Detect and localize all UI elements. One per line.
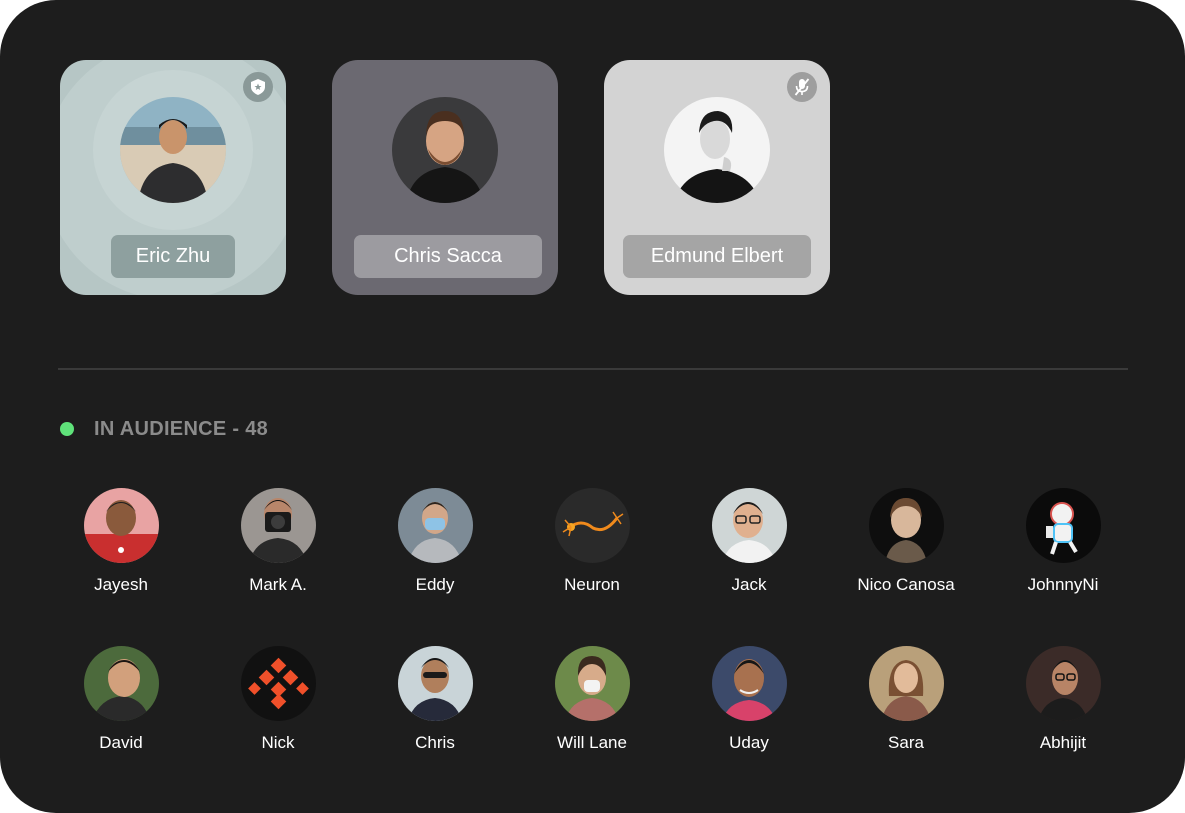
avatar <box>554 488 630 563</box>
section-divider <box>58 368 1128 370</box>
avatar <box>711 488 787 563</box>
speaker-name: Eric Zhu <box>111 235 235 278</box>
audience-member-neuron[interactable]: Neuron <box>517 488 667 595</box>
member-name: Will Lane <box>557 733 627 752</box>
member-name: Jack <box>731 575 767 594</box>
member-name: Eddy <box>415 575 455 594</box>
audience-member-jack[interactable]: Jack <box>674 488 824 595</box>
avatar <box>1025 488 1101 563</box>
audience-member-mark-a[interactable]: Mark A. <box>203 488 353 595</box>
shield-star-icon <box>251 79 265 95</box>
avatar <box>120 97 226 203</box>
member-name: Neuron <box>564 575 620 594</box>
member-name: Jayesh <box>94 575 148 594</box>
avatar <box>397 646 473 721</box>
avatar <box>554 646 630 721</box>
mute-badge <box>787 72 817 102</box>
member-name: Nico Canosa <box>857 575 955 594</box>
audience-member-sara[interactable]: Sara <box>831 646 981 753</box>
audience-member-will-lane[interactable]: Will Lane <box>517 646 667 753</box>
speaker-card-edmund-elbert[interactable]: Edmund Elbert <box>604 60 830 295</box>
avatar <box>240 488 316 563</box>
member-name: Nick <box>261 733 295 752</box>
room-panel: Eric Zhu Chris Sacca Edmund Elbert IN AU… <box>0 0 1185 813</box>
audience-header: IN AUDIENCE - 48 <box>60 417 268 441</box>
audience-member-chris[interactable]: Chris <box>360 646 510 753</box>
avatar <box>83 488 159 563</box>
audience-title: IN AUDIENCE - 48 <box>94 417 269 440</box>
avatar <box>664 97 770 203</box>
avatar <box>240 646 316 721</box>
moderator-badge <box>243 72 273 102</box>
audience-member-jayesh[interactable]: Jayesh <box>46 488 196 595</box>
audience-member-johnnyni[interactable]: JohnnyNi <box>988 488 1138 595</box>
member-name: JohnnyNi <box>1027 575 1099 594</box>
audience-member-abhijit[interactable]: Abhijit <box>988 646 1138 753</box>
status-dot <box>60 422 74 436</box>
audience-member-nico-canosa[interactable]: Nico Canosa <box>831 488 981 595</box>
muted-microphone-icon <box>794 78 810 96</box>
member-name: Uday <box>729 733 769 752</box>
avatar <box>397 488 473 563</box>
avatar <box>1025 646 1101 721</box>
audience-member-uday[interactable]: Uday <box>674 646 824 753</box>
speaker-name: Chris Sacca <box>354 235 542 278</box>
member-name: Abhijit <box>1039 733 1087 752</box>
member-name: Mark A. <box>249 575 307 594</box>
audience-member-david[interactable]: David <box>46 646 196 753</box>
avatar <box>711 646 787 721</box>
avatar <box>868 488 944 563</box>
speaker-card-chris-sacca[interactable]: Chris Sacca <box>332 60 558 295</box>
member-name: David <box>99 733 143 752</box>
avatar <box>392 97 498 203</box>
speaker-name: Edmund Elbert <box>623 235 811 278</box>
audience-member-nick[interactable]: Nick <box>203 646 353 753</box>
member-name: Sara <box>888 733 924 752</box>
avatar <box>83 646 159 721</box>
avatar <box>868 646 944 721</box>
speaker-card-eric-zhu[interactable]: Eric Zhu <box>60 60 286 295</box>
member-name: Chris <box>415 733 455 752</box>
audience-member-eddy[interactable]: Eddy <box>360 488 510 595</box>
